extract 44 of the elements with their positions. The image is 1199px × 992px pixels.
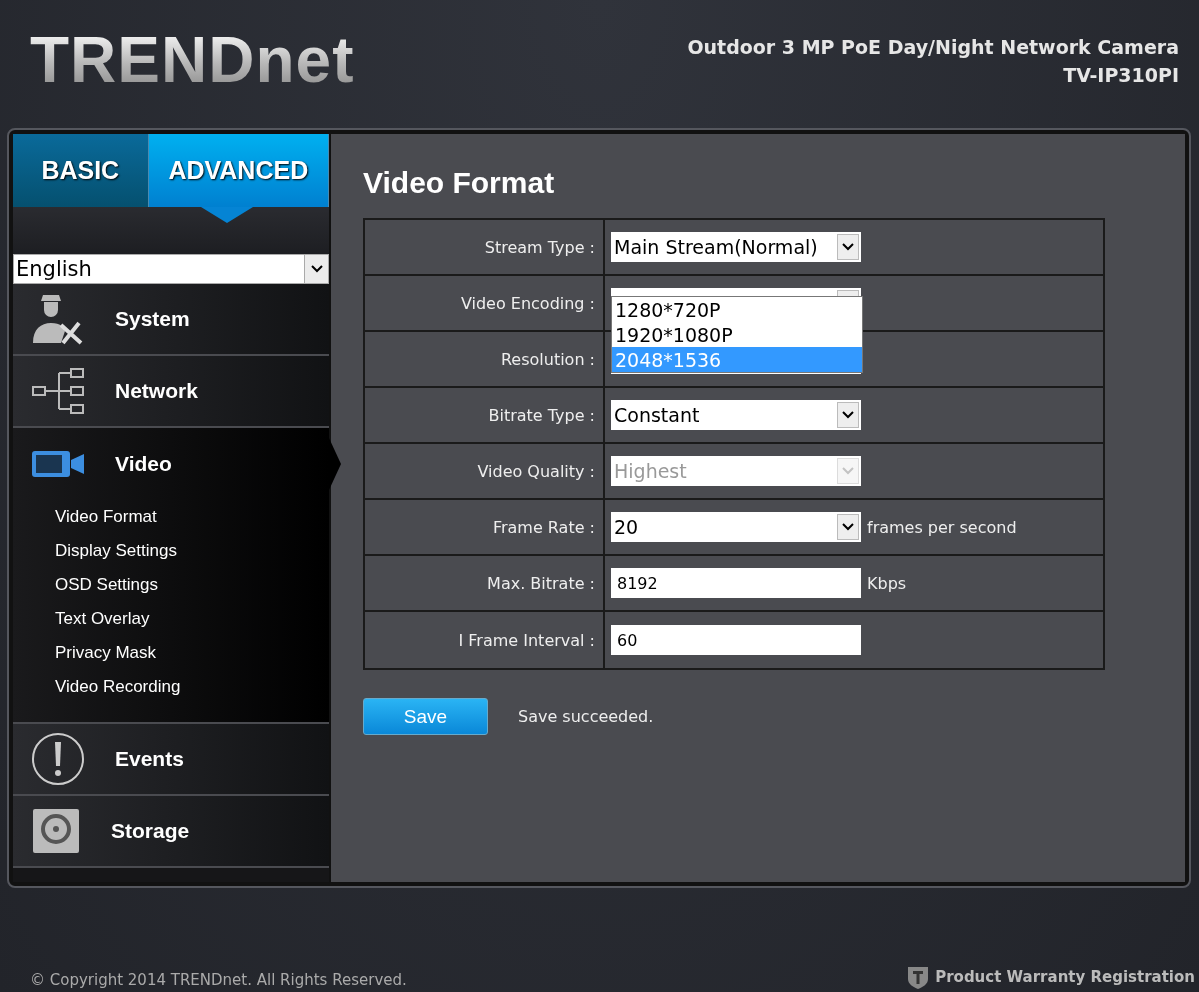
network-tree-icon (31, 365, 85, 417)
page-title: Video Format (363, 166, 556, 200)
submenu-item[interactable]: Privacy Mask (13, 636, 329, 670)
dropdown[interactable]: Constant (611, 400, 861, 430)
caret-icon (842, 467, 854, 475)
field-label: Video Quality : (365, 444, 605, 498)
submenu-item[interactable]: Video Recording (13, 670, 329, 704)
menu-item[interactable]: System (13, 284, 329, 356)
caret-icon (842, 411, 854, 419)
unit-label: Kbps (867, 573, 907, 593)
field-label: I Frame Interval : (365, 612, 605, 668)
save-status: Save succeeded. (518, 707, 654, 726)
dropdown[interactable]: Main Stream(Normal) (611, 232, 861, 262)
video-camera-icon (31, 450, 85, 478)
menu-item[interactable]: Network (13, 356, 329, 428)
submenu-item[interactable]: OSD Settings (13, 568, 329, 602)
input-field[interactable]: 8192 (611, 568, 861, 598)
warranty-link[interactable]: Product Warranty Registration (935, 968, 1195, 986)
field-label: Frame Rate : (365, 500, 605, 554)
submenu-item[interactable]: Text Overlay (13, 602, 329, 636)
field-label: Max. Bitrate : (365, 556, 605, 610)
field-label: Bitrate Type : (365, 388, 605, 442)
tab-pointer (201, 207, 253, 223)
menu-item[interactable]: Events (13, 724, 329, 796)
caret-icon (842, 243, 854, 251)
model-name: TV-IP310PI (1063, 64, 1179, 86)
dropdown[interactable]: 20 (611, 512, 861, 542)
caret-icon (310, 265, 323, 273)
copyright-text: © Copyright 2014 TRENDnet. All Rights Reserved. (30, 971, 407, 989)
shield-icon (907, 965, 930, 989)
unit-label: frames per second (867, 517, 1017, 537)
mode-tab[interactable]: BASIC (13, 134, 149, 207)
submenu-item[interactable]: Video Format (13, 500, 329, 534)
user-tools-icon (31, 293, 85, 345)
caret-icon (842, 523, 854, 531)
submenu-item[interactable]: Display Settings (13, 534, 329, 568)
field-label: Video Encoding : (365, 276, 605, 330)
language-select[interactable]: English (13, 254, 329, 284)
input-field[interactable]: 60 (611, 625, 861, 655)
field-label: Resolution : (365, 332, 605, 386)
menu-item[interactable]: Storage (13, 796, 329, 868)
product-name: Outdoor 3 MP PoE Day/Night Network Camera (687, 36, 1179, 58)
field-label: Stream Type : (365, 220, 605, 274)
exclamation-icon (31, 732, 85, 786)
